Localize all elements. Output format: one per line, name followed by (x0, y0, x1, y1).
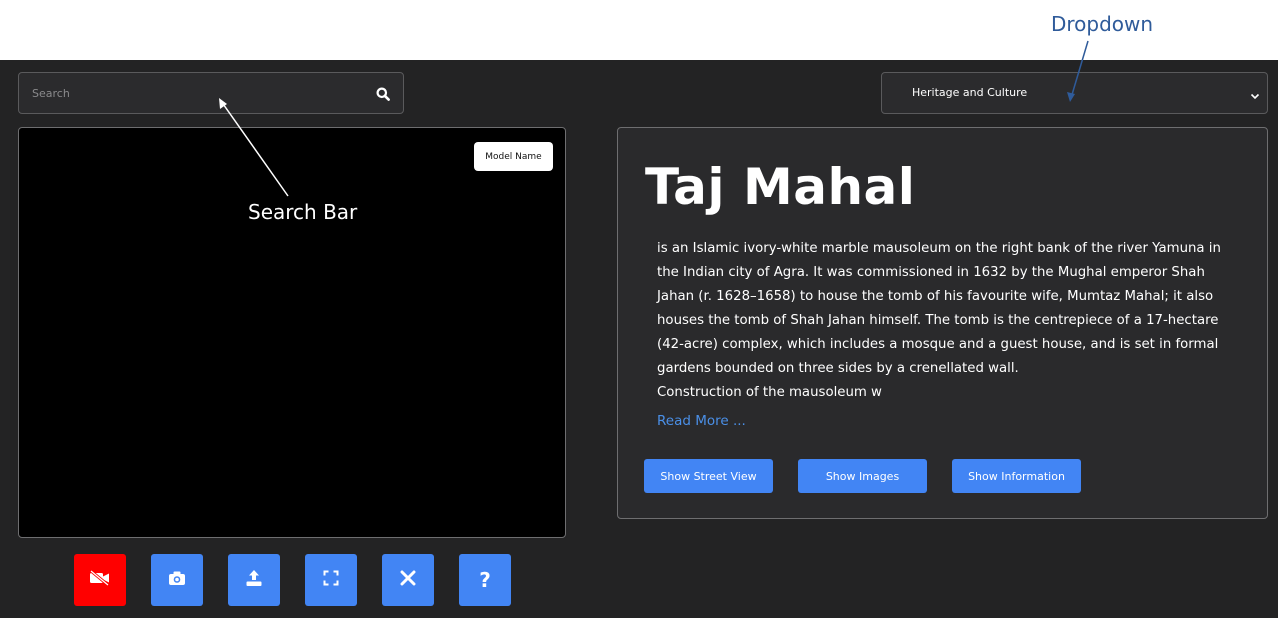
search-bar (18, 72, 404, 114)
info-description: is an Islamic ivory-white marble mausole… (657, 237, 1227, 405)
chevron-down-icon (1249, 87, 1261, 100)
search-bar-annotation: Search Bar (248, 200, 358, 224)
camera-icon (168, 570, 186, 590)
app-window: Heritage and Culture Model Name (0, 60, 1278, 618)
info-description-text: is an Islamic ivory-white marble mausole… (657, 241, 1221, 376)
camera-button[interactable] (151, 554, 203, 606)
show-street-view-button[interactable]: Show Street View (644, 459, 773, 493)
dropdown-selected-value: Heritage and Culture (912, 86, 1028, 99)
search-input[interactable] (19, 73, 359, 113)
close-button[interactable] (382, 554, 434, 606)
show-information-button[interactable]: Show Information (952, 459, 1081, 493)
screenshot-stage: Heritage and Culture Model Name (0, 0, 1280, 636)
fullscreen-icon (323, 570, 339, 590)
video-off-button[interactable] (74, 554, 126, 606)
dropdown-annotation: Dropdown (1051, 12, 1154, 36)
read-more-link[interactable]: Read More ... (657, 413, 746, 429)
model-name-badge: Model Name (474, 142, 553, 171)
fullscreen-button[interactable] (305, 554, 357, 606)
help-button[interactable]: ? (459, 554, 511, 606)
upload-icon (245, 569, 263, 591)
search-icon[interactable] (371, 82, 395, 106)
show-images-button[interactable]: Show Images (798, 459, 927, 493)
help-icon: ? (479, 568, 491, 592)
upload-button[interactable] (228, 554, 280, 606)
model-viewer[interactable]: Model Name (18, 127, 566, 538)
info-description-tail: Construction of the mausoleum w (657, 385, 882, 400)
category-dropdown[interactable]: Heritage and Culture (881, 72, 1268, 114)
close-icon (400, 570, 416, 590)
info-title: Taj Mahal (645, 158, 916, 216)
video-off-icon (89, 569, 111, 590)
info-card: Taj Mahal is an Islamic ivory-white marb… (617, 127, 1268, 519)
